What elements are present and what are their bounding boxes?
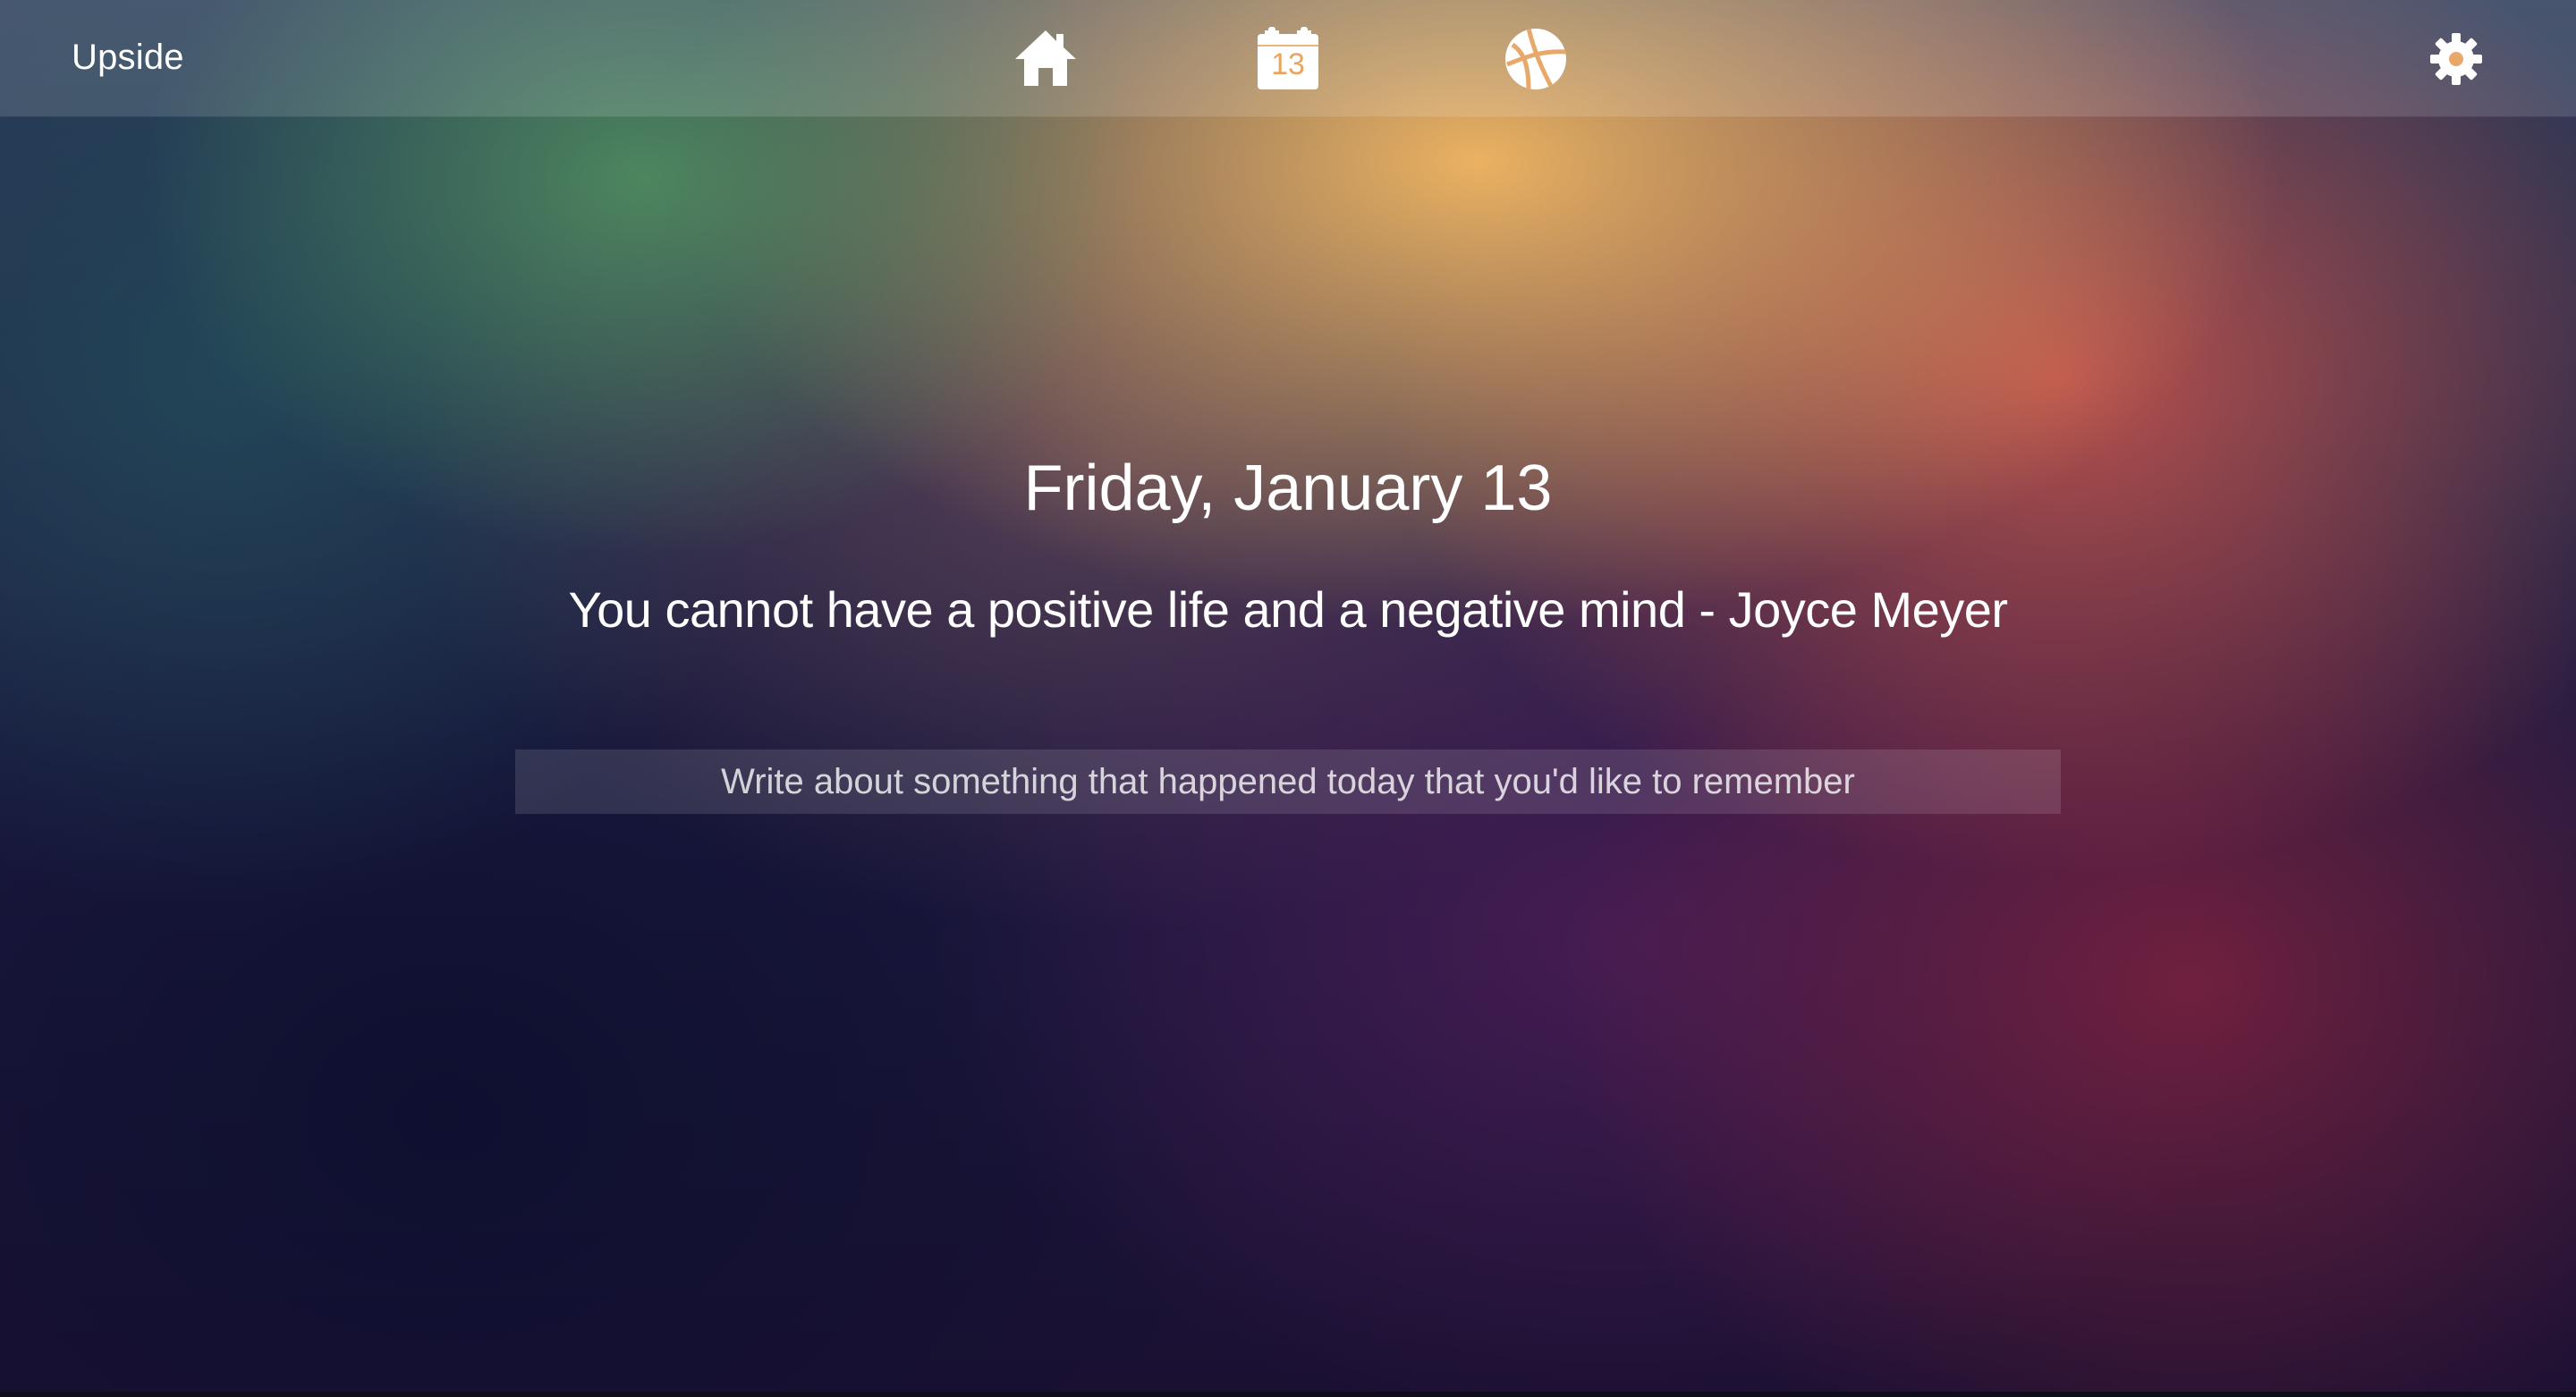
- calendar-icon[interactable]: 13: [1254, 25, 1322, 93]
- date-heading: Friday, January 13: [1023, 453, 1553, 524]
- app-title[interactable]: Upside: [72, 36, 184, 79]
- gear-icon-graphic: [2430, 33, 2482, 85]
- globe-icon-graphic: [1505, 29, 1566, 89]
- calendar-day-number: 13: [1271, 47, 1305, 81]
- journal-entry-input[interactable]: [515, 749, 2061, 814]
- gear-icon[interactable]: [2429, 32, 2483, 86]
- home-icon-graphic: [1015, 30, 1076, 86]
- daily-quote: You cannot have a positive life and a ne…: [568, 581, 2008, 638]
- globe-icon[interactable]: [1502, 25, 1570, 93]
- top-navigation-bar: Upside 13: [0, 0, 2576, 116]
- home-icon[interactable]: [1012, 25, 1080, 93]
- bottom-edge: [0, 1392, 2576, 1397]
